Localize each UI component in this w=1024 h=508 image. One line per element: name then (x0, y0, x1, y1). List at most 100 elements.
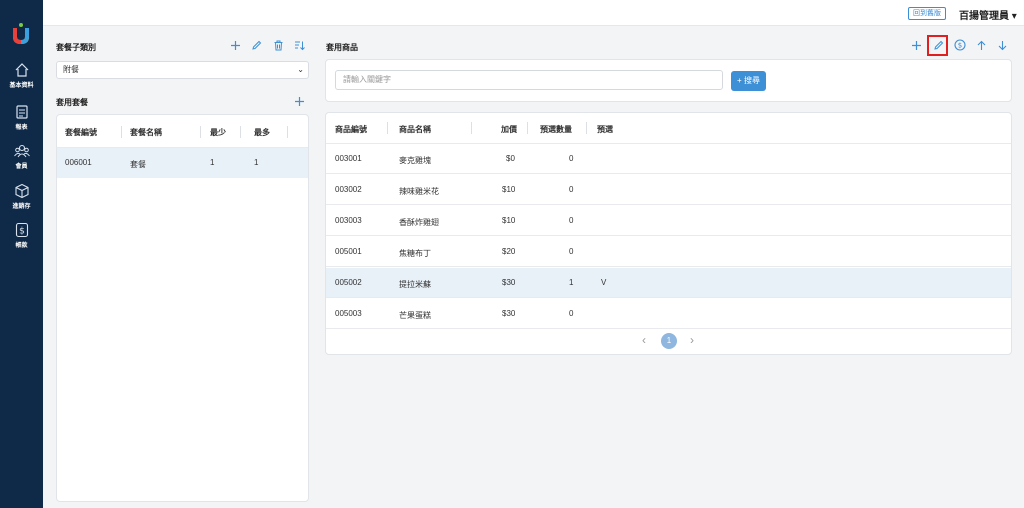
column-header: 預選 (597, 125, 613, 134)
product-id: 003001 (335, 154, 362, 163)
next-page-button[interactable]: › (690, 333, 694, 347)
product-name: 提拉米蘇 (399, 280, 431, 289)
preselect-qty: 0 (569, 185, 574, 194)
column-divider (240, 126, 241, 138)
product-price: $10 (502, 185, 516, 194)
product-id: 003003 (335, 216, 362, 225)
edit-category-button[interactable] (250, 39, 262, 51)
delete-category-button[interactable] (272, 39, 284, 51)
product-name: 芒果蛋糕 (399, 311, 431, 320)
preselect-flag: V (601, 278, 607, 287)
set-meal-table: 套餐編號 套餐名稱 最少 最多 006001 套餐 1 1 (56, 114, 309, 502)
preselect-qty: 0 (569, 309, 574, 318)
product-id: 005001 (335, 247, 362, 256)
user-menu[interactable]: 百揚管理員 ▾ (959, 7, 1017, 22)
column-divider (586, 122, 587, 134)
product-name: 麥克雞塊 (399, 156, 431, 165)
table-row[interactable]: 003002 辣味雞米花 $10 0 (326, 175, 1011, 205)
column-divider (387, 122, 388, 134)
arrow-up-icon (977, 40, 985, 50)
column-header: 商品編號 (335, 125, 367, 134)
product-price: $30 (502, 309, 516, 318)
back-to-old-version-button[interactable]: 回到舊版 (908, 7, 946, 20)
move-up-button[interactable] (975, 39, 987, 51)
applied-products-title: 套用商品 (326, 43, 358, 52)
product-price: $20 (502, 247, 516, 256)
add-product-button[interactable] (910, 39, 922, 51)
move-down-button[interactable] (996, 39, 1008, 51)
sidebar-item-label: 進銷存 (12, 204, 31, 210)
column-header: 最多 (254, 128, 270, 137)
add-category-button[interactable] (229, 39, 241, 51)
arrow-down-icon (998, 40, 1006, 50)
chevron-down-icon: ⌄ (297, 65, 304, 74)
preselect-qty: 0 (569, 154, 574, 163)
svg-text:$: $ (19, 227, 25, 237)
column-header: 預選數量 (540, 125, 572, 134)
column-header: 商品名稱 (399, 125, 431, 134)
sidebar-item-report[interactable]: 報表 (0, 104, 43, 131)
plus-icon (230, 40, 240, 50)
dollar-circle-icon: $ (954, 39, 966, 51)
set-meal-max: 1 (254, 158, 259, 167)
svg-text:$: $ (958, 42, 962, 50)
sidebar-item-member[interactable]: 會員 (0, 143, 43, 170)
sidebar-item-inventory[interactable]: 進銷存 (0, 183, 43, 210)
category-select-value: 附餐 (63, 65, 79, 74)
box-icon (14, 183, 29, 199)
column-header: 最少 (210, 128, 226, 137)
column-header: 加價 (501, 125, 517, 134)
preselect-qty: 0 (569, 247, 574, 256)
sidebar-item-accounts[interactable]: $ 帳款 (0, 222, 43, 249)
product-id: 003002 (335, 185, 362, 194)
app-logo (13, 23, 29, 44)
table-row[interactable]: 003001 麥克雞塊 $0 0 (326, 144, 1011, 174)
column-divider (527, 122, 528, 134)
column-divider (200, 126, 201, 138)
set-meal-id: 006001 (65, 158, 92, 167)
product-id: 005003 (335, 309, 362, 318)
sort-icon (294, 41, 305, 50)
highlight-box (927, 35, 948, 56)
add-set-meal-button[interactable] (293, 95, 305, 107)
column-header: 套餐編號 (65, 128, 97, 137)
plus-icon (294, 96, 304, 106)
set-meal-name: 套餐 (130, 160, 146, 169)
users-icon (13, 144, 30, 158)
sort-category-button[interactable] (293, 39, 305, 51)
table-row[interactable]: 005002 提拉米蘇 $30 1 V (326, 268, 1011, 298)
category-title: 套餐子類別 (56, 43, 96, 52)
document-icon (15, 105, 28, 119)
dollar-icon: $ (15, 222, 28, 238)
prev-page-button[interactable]: ‹ (642, 333, 646, 347)
column-divider (471, 122, 472, 134)
table-row[interactable]: 003003 香酥炸雞翅 $10 0 (326, 206, 1011, 236)
table-row[interactable]: 005003 芒果蛋糕 $30 0 (326, 299, 1011, 329)
sidebar-item-label: 報表 (15, 125, 28, 131)
product-table: 商品編號 商品名稱 加價 預選數量 預選 003001 麥克雞塊 $0 0 00… (325, 112, 1012, 355)
set-meal-min: 1 (210, 158, 215, 167)
column-header: 套餐名稱 (130, 128, 162, 137)
sidebar-item-label: 帳款 (15, 243, 28, 249)
category-select[interactable]: 附餐 ⌄ (56, 61, 309, 79)
price-button[interactable]: $ (954, 39, 966, 51)
sidebar-item-basic[interactable]: 基本資料 (0, 62, 43, 89)
page-1-button[interactable]: 1 (661, 333, 677, 349)
sidebar-item-label: 基本資料 (9, 83, 34, 89)
top-bar: 回到舊版 百揚管理員 ▾ (43, 0, 1024, 26)
product-name: 焦糖布丁 (399, 249, 431, 258)
pencil-icon (251, 40, 261, 50)
search-input[interactable]: 請輸入關鍵字 (335, 70, 723, 90)
set-meal-title: 套用套餐 (56, 98, 88, 107)
preselect-qty: 1 (569, 278, 574, 287)
table-row[interactable]: 006001 套餐 1 1 (57, 148, 308, 178)
trash-icon (274, 40, 282, 50)
search-button[interactable]: + 搜尋 (731, 71, 766, 91)
product-name: 香酥炸雞翅 (399, 218, 439, 227)
plus-icon (911, 40, 921, 50)
sidebar: 基本資料 報表 會員 進銷存 $ 帳款 (0, 0, 43, 508)
product-price: $0 (506, 154, 515, 163)
table-row[interactable]: 005001 焦糖布丁 $20 0 (326, 237, 1011, 267)
preselect-qty: 0 (569, 216, 574, 225)
sidebar-item-label: 會員 (15, 164, 28, 170)
